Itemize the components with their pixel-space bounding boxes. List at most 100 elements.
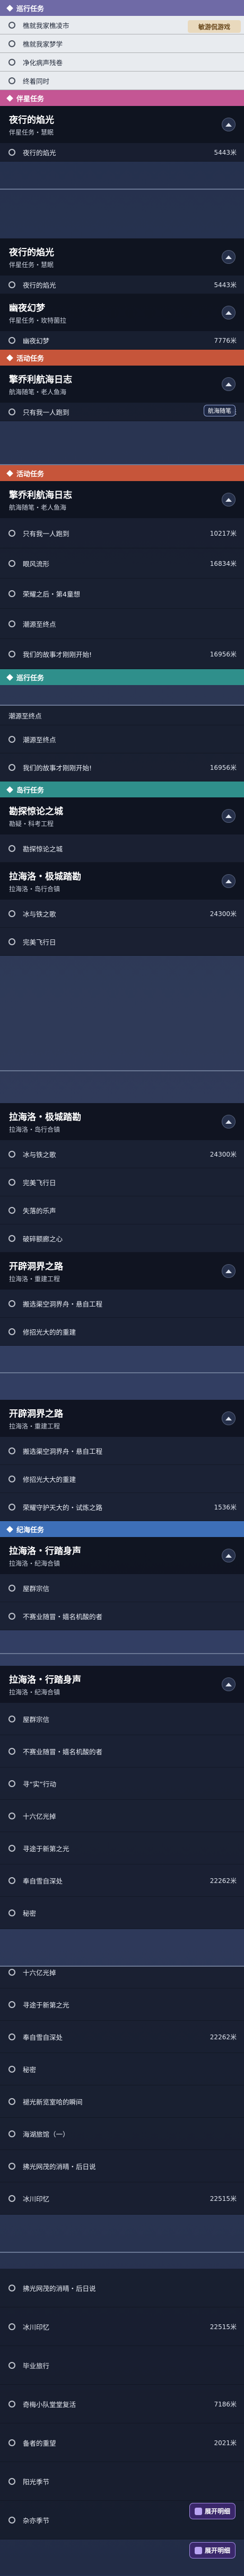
task-row[interactable]: 海湖旅馆（一） [0, 2118, 244, 2150]
category-event[interactable]: 活动任务 [0, 465, 244, 481]
task-row[interactable]: 我们的故事才刚刚开始! 16956米 [0, 639, 244, 669]
quest-header[interactable]: 擎乔利航海日志 航海随笔・老人鱼海 [0, 481, 244, 518]
task-name: 寻途于新第之光 [23, 1844, 69, 1853]
quest-header[interactable]: 夜行的焰光 伴星任务・慧眠 [0, 238, 244, 276]
category-voyage[interactable]: 纪海任务 [0, 1521, 244, 1537]
task-row[interactable]: 潮源至终点 [0, 609, 244, 639]
expand-details-button[interactable]: 展开明细 [189, 2503, 236, 2519]
task-row[interactable]: 十六亿光掉 [0, 1967, 244, 1988]
task-row[interactable]: 只有我一人跑到10217米 航海随笔 [0, 403, 244, 421]
collapse-toggle-icon[interactable] [222, 1264, 236, 1278]
collapse-toggle-icon[interactable] [222, 250, 236, 264]
task-status-icon [8, 2001, 15, 2008]
task-row[interactable]: 我们的故事才刚刚开始! 16956米 [0, 753, 244, 781]
collapse-toggle-icon[interactable] [222, 118, 236, 131]
task-row[interactable]: 勘探惊论之城 [0, 834, 244, 863]
task-row[interactable]: 毕业旅行 [0, 2346, 244, 2385]
task-status-icon [8, 2516, 15, 2524]
quest-header[interactable]: 勘探惊论之城 勘疑・科考工程 [0, 797, 244, 834]
task-row[interactable]: 终着同时 [0, 72, 244, 90]
task-row[interactable]: 阳光季节 [0, 2462, 244, 2501]
task-status-icon [8, 2065, 15, 2073]
task-row[interactable]: 秘密 [0, 2053, 244, 2085]
task-row[interactable]: 冰川印忆 22515米 [0, 2182, 244, 2215]
task-row[interactable]: 寻“实”行动 [0, 1767, 244, 1800]
task-row[interactable]: 夜行的焰光 5443米 [0, 276, 244, 294]
expand-details-button[interactable]: 展开明细 [189, 2542, 236, 2559]
category-label: 岛行任务 [16, 786, 45, 795]
quest-header[interactable]: 擎乔利航海日志 航海随笔・老人鱼海 [0, 366, 244, 403]
quest-header[interactable]: 拉海洛・行踏身声 拉海洛・纪海合镇 [0, 1666, 244, 1703]
collapse-toggle-icon[interactable] [222, 306, 236, 319]
task-row[interactable]: 奉自雪自深处 22262米 [0, 2021, 244, 2053]
task-row[interactable]: 幽夜幻梦 7776米 [0, 331, 244, 350]
frame-c-strip: 活动任务 擎乔利航海日志 航海随笔・老人鱼海 只有我一人跑到 10217米 眼风流… [0, 465, 244, 685]
task-row[interactable]: 屋群宗信 [0, 1703, 244, 1735]
task-distance: 5443米 [214, 148, 237, 156]
quest-header[interactable]: 拉海洛・极城踏勘 拉海洛・岛行合镇 [0, 1103, 244, 1140]
diamond-icon [6, 4, 13, 12]
quest-header[interactable]: 开辟洞界之路 拉海洛・重建工程 [0, 1253, 244, 1290]
task-name: 屋群宗信 [23, 1715, 50, 1724]
quest-header[interactable]: 幽夜幻梦 伴星任务・玫特菌拉 [0, 294, 244, 331]
collapse-toggle-icon[interactable] [222, 1115, 236, 1129]
task-row[interactable]: 备者的重望 2021米 [0, 2423, 244, 2462]
task-status-icon [8, 1780, 15, 1787]
task-status-icon [8, 336, 15, 344]
collapse-toggle-icon[interactable] [222, 1411, 236, 1425]
task-name: 破碎额廊之心 [23, 1234, 63, 1243]
task-row[interactable]: 完美飞行日 [0, 1168, 244, 1196]
task-row[interactable]: 完美飞行日 [0, 928, 244, 956]
task-row[interactable]: 拂光网茂的消晴・后日说 [0, 2150, 244, 2182]
task-row[interactable]: 不赛业随冒・嬉名机酸的者 [0, 1602, 244, 1630]
task-name: 只有我一人跑到 [23, 408, 69, 416]
task-row[interactable]: 只有我一人跑到 10217米 [0, 518, 244, 548]
task-row[interactable]: 修招光大大的重建 [0, 1465, 244, 1493]
quest-header[interactable]: 拉海洛・行踏身声 拉海洛・纪海合镇 [0, 1537, 244, 1574]
task-row[interactable]: 破碎额廊之心 [0, 1224, 244, 1253]
task-row[interactable]: 寻途于新第之光 [0, 1832, 244, 1864]
collapse-toggle-icon[interactable] [222, 1677, 236, 1691]
quest-header[interactable]: 拉海洛・极城踏勘 拉海洛・岛行合镇 [0, 863, 244, 900]
task-row[interactable]: 奇梅小队堂堂复活 7186米 [0, 2385, 244, 2423]
task-status-icon [8, 1584, 15, 1592]
task-row[interactable]: 荣耀之后・第4童想 [0, 579, 244, 609]
task-row[interactable]: 寻途于新第之光 [0, 1988, 244, 2021]
category-island[interactable]: 岛行任务 [0, 781, 244, 797]
task-row[interactable]: 冰川印忆 22515米 [0, 2307, 244, 2346]
task-row[interactable]: 净化病声残卷 [0, 53, 244, 72]
task-row[interactable]: 冰与铁之歌 24300米 [0, 900, 244, 928]
task-row[interactable]: 屋群宗信 [0, 1574, 244, 1602]
task-distance: 22515米 [210, 2195, 237, 2202]
collapse-toggle-icon[interactable] [222, 1549, 236, 1562]
collapse-toggle-icon[interactable] [222, 377, 236, 391]
task-row[interactable]: 拂光网茂的消晴・后日说 [0, 2269, 244, 2307]
quest-title: 夜行的焰光 [9, 115, 54, 126]
quest-header[interactable]: 夜行的焰光 伴星任务・慧眠 [0, 106, 244, 143]
quest-header[interactable]: 开辟洞界之路 拉海洛・重建工程 [0, 1400, 244, 1437]
task-row[interactable]: 奉自雪自深处 22262米 [0, 1864, 244, 1897]
task-row[interactable]: 失落的乐声 [0, 1196, 244, 1224]
collapse-toggle-icon[interactable] [222, 493, 236, 507]
collapse-toggle-icon[interactable] [222, 809, 236, 823]
task-row[interactable]: 荣耀守护天大的・试炼之路 1536米 [0, 1493, 244, 1521]
task-name: 修招光大的的重建 [23, 1328, 76, 1336]
task-row[interactable]: 樵就我家梦学 [0, 34, 244, 53]
task-row[interactable]: 搬选渠空洞界舟・悬自工程 [0, 1290, 244, 1318]
category-companion[interactable]: 伴星任务 [0, 90, 244, 106]
category-patrol[interactable]: 巡行任务 [0, 669, 244, 685]
task-row[interactable]: 夜行的焰光 5443米 [0, 143, 244, 162]
category-patrol[interactable]: 巡行任务 [0, 0, 244, 16]
task-row[interactable]: 潮源至终点 [0, 725, 244, 753]
task-row[interactable]: 冰与铁之歌 24300米 [0, 1140, 244, 1168]
collapse-toggle-icon[interactable] [222, 874, 236, 888]
task-row[interactable]: 修招光大的的重建 [0, 1318, 244, 1346]
task-row[interactable]: 搬选渠空洞界舟・悬自工程 [0, 1437, 244, 1465]
task-row[interactable]: 褪光新览室哈的瞬间 [0, 2085, 244, 2118]
task-row[interactable]: 秘密 [0, 1897, 244, 1929]
task-distance: 7186米 [214, 2400, 237, 2408]
task-row[interactable]: 十六亿光掉 [0, 1800, 244, 1832]
category-event[interactable]: 活动任务 [0, 350, 244, 366]
task-row[interactable]: 不赛业随冒・嬉名机酸的者 [0, 1735, 244, 1767]
task-row[interactable]: 眼风流形 16834米 [0, 548, 244, 579]
